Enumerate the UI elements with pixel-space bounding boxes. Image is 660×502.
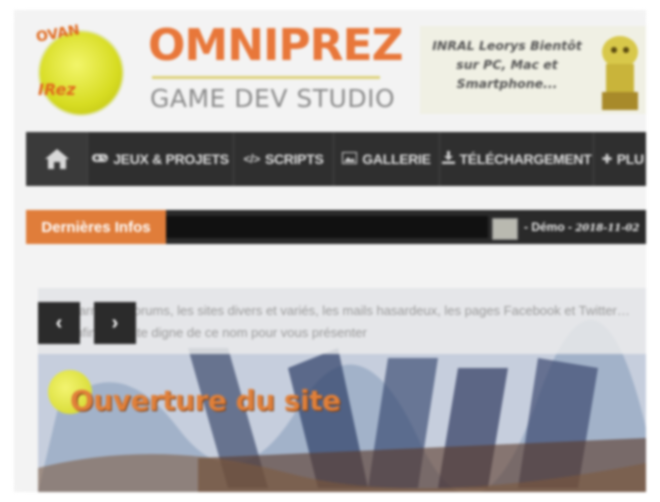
promo-text: INRAL Leorys Bientôt sur PC, Mac et Smar… — [432, 38, 582, 91]
character-illustration — [602, 36, 638, 110]
ticker-thumbnail[interactable] — [492, 218, 518, 240]
ticker-item-title: - Démo - — [524, 220, 572, 234]
nav-label: SCRIPTS — [264, 151, 324, 167]
nav-home[interactable] — [26, 132, 88, 186]
site-title[interactable]: OMNIPREZ — [148, 22, 403, 70]
slider-prev-button[interactable]: ‹ — [38, 302, 80, 344]
home-icon — [44, 149, 69, 169]
nav-label: JEUX & PROJETS — [113, 151, 229, 167]
plus-icon: ✚ — [602, 152, 612, 166]
slide-title[interactable]: Ouverture du site — [70, 384, 341, 417]
logo-ball[interactable] — [40, 32, 122, 114]
slide-caption-text: Marre des forums, les sites divers et va… — [68, 303, 630, 340]
download-icon — [441, 151, 455, 167]
nav-label: PLU — [616, 151, 644, 167]
slider-next-button[interactable]: › — [94, 302, 136, 344]
code-icon: </> — [243, 152, 260, 166]
nav-label: GALLERIE — [362, 151, 431, 167]
main-nav: JEUX & PROJETS </> SCRIPTS GALLERIE TÉLÉ… — [26, 132, 646, 186]
page-frame: OVAN IRez OMNIPREZ GAME DEV STUDIO INRAL… — [14, 10, 646, 492]
ticker-item-date: 2018-11-02 — [575, 223, 640, 234]
nav-plus[interactable]: ✚ PLU — [594, 132, 646, 186]
image-icon — [342, 151, 358, 167]
nav-telechargement[interactable]: TÉLÉCHARGEMENT — [440, 132, 594, 186]
nav-label: TÉLÉCHARGEMENT — [459, 151, 592, 167]
ticker-item[interactable]: - Démo - 2018-11-02 — [524, 220, 639, 234]
ticker-track — [166, 216, 488, 238]
chevron-left-icon: ‹ — [55, 311, 63, 334]
nav-jeux-projets[interactable]: JEUX & PROJETS — [88, 132, 234, 186]
nav-gallerie[interactable]: GALLERIE — [334, 132, 440, 186]
ticker-label: Dernières Infos — [26, 210, 166, 244]
nav-scripts[interactable]: </> SCRIPTS — [234, 132, 334, 186]
site-subtitle: GAME DEV STUDIO — [150, 84, 396, 113]
chevron-right-icon: › — [111, 311, 119, 334]
logo-text-bottom: IRez — [38, 80, 76, 99]
title-divider — [152, 76, 380, 79]
gamepad-icon — [92, 152, 109, 166]
